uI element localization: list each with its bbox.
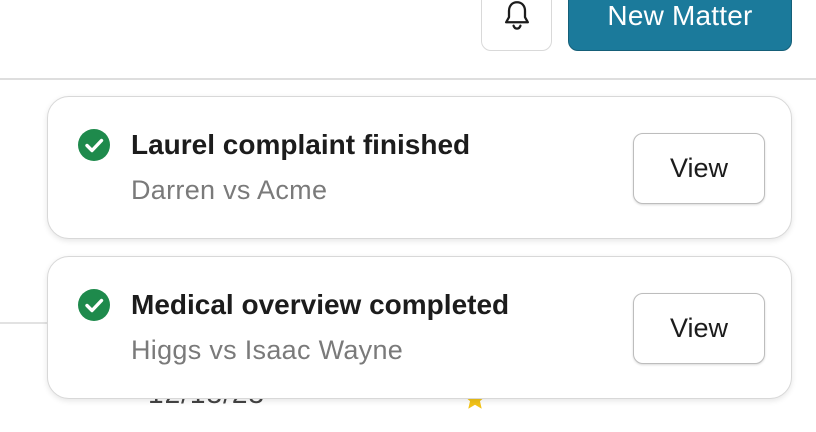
view-button[interactable]: View — [633, 293, 765, 364]
notification-matter: Darren vs Acme — [131, 175, 328, 205]
notification-title: Medical overview completed — [131, 289, 510, 320]
bell-icon — [504, 1, 529, 30]
notification-toast: Medical overview completed Higgs vs Isaa… — [47, 256, 792, 399]
new-matter-button[interactable]: New Matter — [568, 0, 792, 51]
top-bar: New Matter — [0, 0, 816, 80]
check-circle-icon — [78, 289, 110, 321]
check-circle-icon — [78, 129, 110, 161]
notification-title: Laurel complaint finished — [131, 129, 471, 160]
view-button[interactable]: View — [633, 133, 765, 204]
app-stage: 12/13/23 New Matter Laurel complaint fin… — [0, 0, 816, 432]
notification-matter: Higgs vs Isaac Wayne — [131, 335, 404, 365]
notifications-button[interactable] — [481, 0, 552, 51]
notification-toast: Laurel complaint finished Darren vs Acme… — [47, 96, 792, 239]
